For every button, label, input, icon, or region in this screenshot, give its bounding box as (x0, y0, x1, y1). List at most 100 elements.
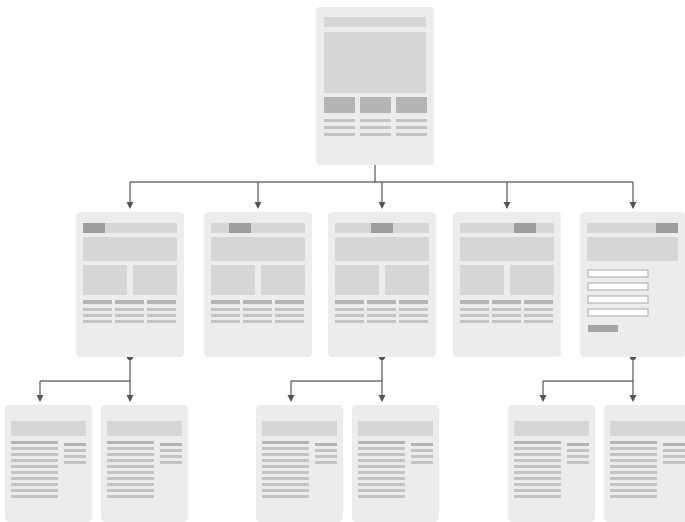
column-heading (115, 300, 144, 304)
article-text-line (262, 483, 309, 486)
article-text-line (514, 489, 561, 492)
page-section-3-sub-1 (256, 405, 343, 522)
text-line (460, 314, 489, 317)
article-text-line (514, 471, 561, 474)
page-section-1-sub-2 (101, 405, 188, 522)
sidebar-line (160, 455, 182, 458)
image-block-2 (510, 265, 554, 295)
active-nav-tab (83, 223, 105, 233)
article-text-line (11, 483, 58, 486)
column-heading (147, 300, 176, 304)
article-text-line (11, 489, 58, 492)
article-text-line (11, 477, 58, 480)
text-line (211, 314, 240, 317)
column-heading (524, 300, 553, 304)
article-text-line (358, 471, 405, 474)
image-block-2 (133, 265, 177, 295)
article-text-line (107, 447, 154, 450)
text-line (335, 320, 364, 323)
sidebar-heading (64, 443, 86, 446)
article-text-line (610, 465, 657, 468)
text-line (243, 320, 272, 323)
sidebar-line (567, 449, 589, 452)
article-text-line (610, 459, 657, 462)
text-line (211, 308, 240, 311)
active-nav-tab (371, 223, 393, 233)
page-section-3-sub-2 (352, 405, 439, 522)
image-block-1 (460, 265, 504, 295)
image-block-2 (261, 265, 305, 295)
page-home (316, 7, 434, 165)
sidebar-line (315, 455, 337, 458)
sidebar-line (411, 449, 433, 452)
article-text-line (610, 483, 657, 486)
article-text-line (358, 447, 405, 450)
text-line (83, 320, 112, 323)
article-text-line (262, 453, 309, 456)
article-text-line (514, 447, 561, 450)
page-contact-sub-1 (508, 405, 595, 522)
title-block (262, 421, 337, 436)
banner-block (460, 237, 554, 261)
article-text-line (514, 459, 561, 462)
article-text-line (11, 447, 58, 450)
text-line (492, 308, 521, 311)
article-text-line (107, 459, 154, 462)
article-text-line (107, 465, 154, 468)
feature-block-1 (324, 97, 355, 113)
sidebar-line (315, 461, 337, 464)
sidebar-line (567, 461, 589, 464)
article-text-line (514, 477, 561, 480)
text-line (335, 308, 364, 311)
text-line (243, 314, 272, 317)
article-text-line (358, 459, 405, 462)
article-text-line (358, 477, 405, 480)
nav-bar (460, 223, 554, 233)
pages (5, 7, 685, 522)
sidebar-line (64, 455, 86, 458)
article-text-line (610, 447, 657, 450)
article-text-line (262, 471, 309, 474)
page-section-2 (204, 212, 312, 357)
active-nav-tab (229, 223, 251, 233)
sidebar-line (160, 461, 182, 464)
article-text-line (262, 495, 309, 498)
page-section-4 (453, 212, 561, 357)
sidebar-line (411, 455, 433, 458)
text-line (360, 119, 391, 122)
article-text-line (514, 495, 561, 498)
text-line (460, 308, 489, 311)
article-text-line (610, 477, 657, 480)
sidebar-line (64, 449, 86, 452)
text-line (243, 308, 272, 311)
text-line (115, 320, 144, 323)
article-text-line (358, 441, 405, 444)
sidebar-heading (663, 443, 685, 446)
article-text-line (358, 495, 405, 498)
article-text-line (11, 441, 58, 444)
text-line (147, 308, 176, 311)
page-section-1-sub-1 (5, 405, 92, 522)
article-text-line (107, 477, 154, 480)
article-text-line (514, 453, 561, 456)
sidebar-heading (567, 443, 589, 446)
page-section-1 (76, 212, 184, 357)
banner-block (211, 237, 305, 261)
article-text-line (610, 471, 657, 474)
sidebar-line (160, 449, 182, 452)
text-line (147, 320, 176, 323)
text-line (524, 314, 553, 317)
text-line (275, 314, 304, 317)
text-line (115, 308, 144, 311)
article-text-line (11, 459, 58, 462)
text-line (367, 308, 396, 311)
column-heading (399, 300, 428, 304)
column-heading (243, 300, 272, 304)
column-heading (367, 300, 396, 304)
article-text-line (11, 495, 58, 498)
article-text-line (107, 441, 154, 444)
text-line (360, 133, 391, 136)
page-contact-sub-2 (604, 405, 685, 522)
text-line (275, 308, 304, 311)
active-nav-tab (656, 223, 678, 233)
